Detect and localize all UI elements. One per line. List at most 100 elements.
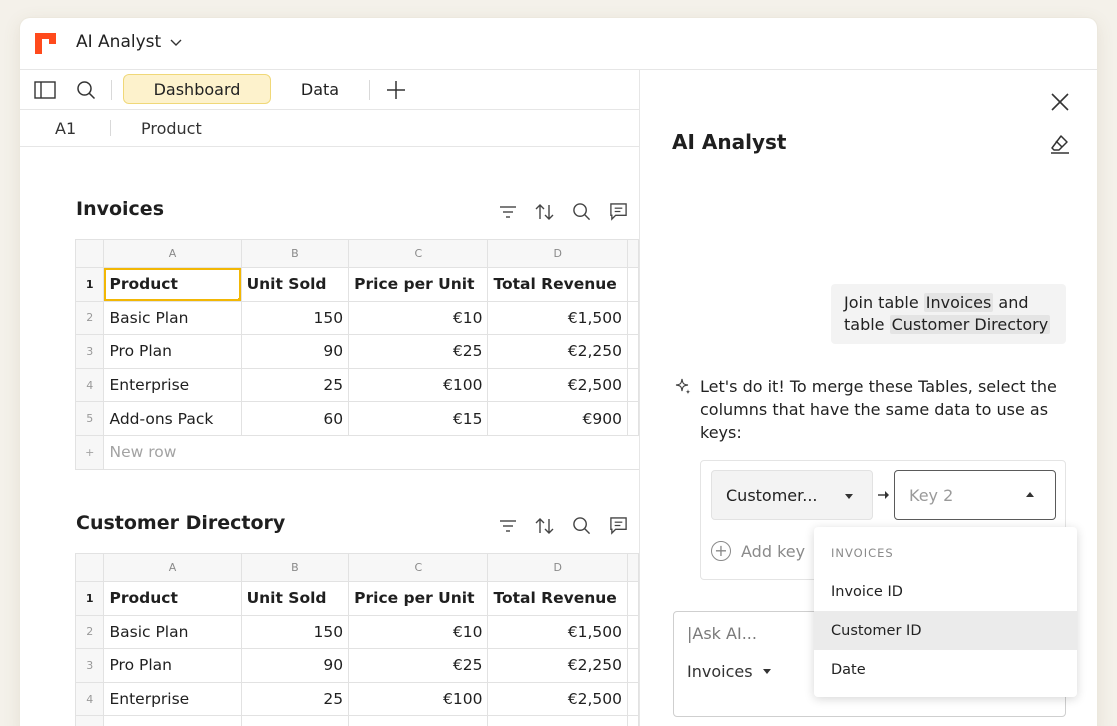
table-cell[interactable]: €2,250	[487, 334, 628, 369]
table-cell[interactable]: 150	[240, 614, 350, 650]
table-cell[interactable]: Price per Unit	[348, 267, 489, 302]
table-cell[interactable]: Unit Sold	[240, 267, 350, 302]
table-cell[interactable]: €2,250	[487, 648, 628, 683]
arrow-right-icon	[878, 491, 889, 499]
table-cell[interactable]: 25	[240, 367, 350, 403]
table-cell[interactable]: €900	[487, 401, 628, 436]
table-cell[interactable]: 90	[240, 334, 350, 369]
sidebar-toggle-icon[interactable]	[34, 79, 56, 101]
dropdown-option-date[interactable]: Date	[814, 650, 1077, 689]
new-row-button[interactable]: + New row	[74, 434, 639, 470]
table-cell[interactable]: €1,500	[487, 300, 628, 336]
table-cell[interactable]: €100	[348, 681, 489, 717]
table-cell[interactable]: €25	[348, 334, 489, 369]
column-header[interactable]: D	[487, 553, 628, 582]
row-number[interactable]: 3	[74, 648, 105, 683]
table-cell[interactable]: €900	[487, 715, 628, 726]
column-header[interactable]: B	[240, 239, 350, 268]
row-number[interactable]: 2	[74, 300, 105, 336]
row-number[interactable]: 4	[74, 367, 105, 403]
row-number[interactable]: 5	[74, 715, 105, 726]
column-header[interactable]: C	[348, 239, 489, 268]
column-header[interactable]: A	[103, 239, 242, 268]
table-cell[interactable]: 90	[240, 648, 350, 683]
table-cell[interactable]: Add-ons Pack	[103, 715, 242, 726]
table-cell[interactable]: Enterprise	[103, 681, 242, 717]
table-row: 4 Enterprise 25 €100 €2,500	[74, 367, 640, 403]
table-cell[interactable]: Total Revenue	[487, 581, 628, 616]
search-icon[interactable]	[570, 514, 593, 537]
table-cell[interactable]: 60	[240, 715, 350, 726]
search-icon[interactable]	[570, 200, 593, 223]
title-bar: AI Analyst	[20, 18, 1097, 70]
table-cell[interactable]: Pro Plan	[103, 334, 242, 369]
table-cell[interactable]: 25	[240, 681, 350, 717]
table-reference: Invoices	[923, 293, 994, 312]
row-number[interactable]: 4	[74, 681, 105, 717]
dropdown-option-invoice-id[interactable]: Invoice ID	[814, 572, 1077, 611]
column-header[interactable]: D	[487, 239, 628, 268]
tab-data[interactable]: Data	[282, 74, 358, 104]
table-cell[interactable]: Enterprise	[103, 367, 242, 403]
table-selector[interactable]: Invoices	[687, 662, 771, 681]
key-options-dropdown: INVOICES Invoice ID Customer ID Date	[814, 527, 1077, 697]
table-row: 5 Add-ons Pack 60 €15 €900	[74, 715, 640, 726]
comment-icon[interactable]	[607, 514, 630, 537]
ask-ai-input[interactable]: |Ask AI...	[687, 624, 757, 643]
filter-icon[interactable]	[496, 200, 519, 223]
table-cell[interactable]: Total Revenue	[487, 267, 628, 302]
sparkle-icon	[675, 378, 691, 395]
add-key-button[interactable]: + Add key	[711, 541, 805, 561]
sort-icon[interactable]	[533, 200, 556, 223]
table-cell[interactable]: €1,500	[487, 614, 628, 650]
row-number[interactable]: 3	[74, 334, 105, 369]
table-cell[interactable]: Product	[103, 581, 242, 616]
row-number[interactable]: 1	[74, 581, 105, 616]
comment-icon[interactable]	[607, 200, 630, 223]
table-cell[interactable]: €100	[348, 367, 489, 403]
key-1-select[interactable]: Customer...	[711, 470, 873, 520]
table-cell[interactable]: €25	[348, 648, 489, 683]
plus-icon[interactable]	[385, 79, 407, 101]
app-switcher[interactable]: AI Analyst	[76, 32, 183, 52]
table-cell[interactable]: Unit Sold	[240, 581, 350, 616]
fill-handle[interactable]	[237, 297, 241, 301]
table-cell[interactable]: Price per Unit	[348, 581, 489, 616]
table-cell-selected[interactable]: Product	[103, 267, 242, 302]
sheet-toolbar: Dashboard Data	[20, 70, 639, 110]
column-header[interactable]: A	[103, 553, 242, 582]
table-selector-value: Invoices	[687, 662, 753, 681]
eraser-icon[interactable]	[1048, 132, 1072, 156]
table-cell[interactable]: €10	[348, 300, 489, 336]
key-2-select[interactable]: Key 2	[894, 470, 1056, 520]
row-number[interactable]: 2	[74, 614, 105, 650]
row-number[interactable]: 5	[74, 401, 105, 436]
table-cell[interactable]: Basic Plan	[103, 614, 242, 650]
table-cell[interactable]: Basic Plan	[103, 300, 242, 336]
close-icon[interactable]	[1048, 90, 1072, 114]
assistant-message: Let's do it! To merge these Tables, sele…	[700, 377, 1057, 442]
table-cell[interactable]: 150	[240, 300, 350, 336]
tab-dashboard[interactable]: Dashboard	[123, 74, 271, 104]
column-header[interactable]: C	[348, 553, 489, 582]
search-icon[interactable]	[75, 79, 97, 101]
sort-icon[interactable]	[533, 514, 556, 537]
new-row-marker[interactable]: +	[74, 434, 105, 470]
table-cell[interactable]: €2,500	[487, 367, 628, 403]
filter-icon[interactable]	[496, 514, 519, 537]
new-row-label[interactable]: New row	[103, 434, 639, 470]
table-cell[interactable]: €15	[348, 715, 489, 726]
add-key-label: Add key	[741, 541, 806, 561]
table-cell[interactable]: €15	[348, 401, 489, 436]
table-cell[interactable]: €10	[348, 614, 489, 650]
cell-reference[interactable]: A1	[55, 119, 76, 138]
table-cell[interactable]: Add-ons Pack	[103, 401, 242, 436]
row-number[interactable]: 1	[74, 267, 105, 302]
logo-icon	[35, 33, 57, 55]
column-header[interactable]: B	[240, 553, 350, 582]
dropdown-option-customer-id[interactable]: Customer ID	[814, 611, 1077, 650]
table-cell[interactable]: €2,500	[487, 681, 628, 717]
table-cell[interactable]: Pro Plan	[103, 648, 242, 683]
formula-input[interactable]: Product	[141, 119, 202, 138]
table-cell[interactable]: 60	[240, 401, 350, 436]
